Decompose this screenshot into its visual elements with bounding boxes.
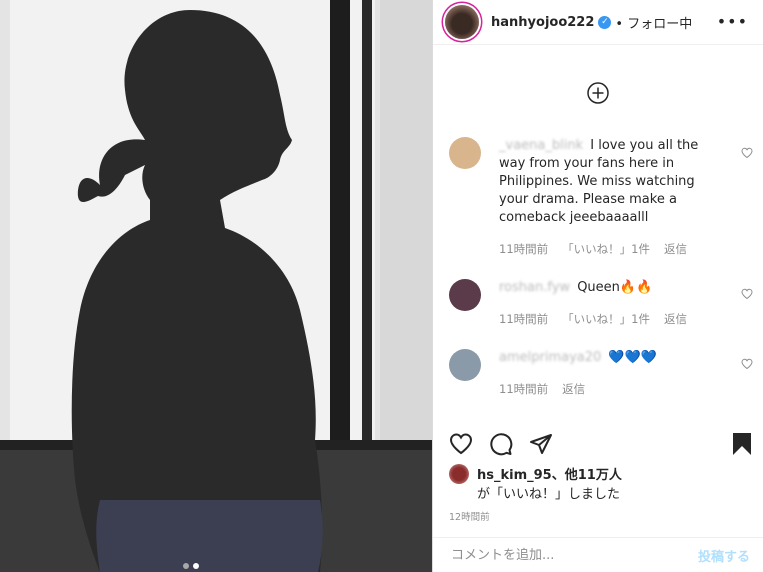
comment-text-block: _vaena_blink I love you all the way from… — [499, 137, 714, 227]
comment-meta: 11時間前 「いいね！」1件 返信 — [499, 241, 687, 257]
carousel-dot[interactable] — [183, 563, 189, 569]
comment-text-block: roshan.fyw Queen🔥🔥 — [499, 279, 714, 297]
comment-time[interactable]: 11時間前 — [499, 311, 548, 327]
post-action-bar — [449, 432, 754, 458]
like-heart-icon[interactable] — [449, 432, 473, 456]
post-details-panel: hanhyojoo222 ✓ • フォロー中 ••• _vaena_blink … — [432, 0, 763, 572]
comment-text-block: amelprimaya20 💙💙💙 — [499, 349, 714, 367]
post-photo-image — [0, 0, 432, 572]
commenter-avatar[interactable] — [449, 137, 481, 169]
comment-body: 💙💙💙 — [608, 350, 657, 365]
post-header: hanhyojoo222 ✓ • フォロー中 ••• — [433, 0, 763, 45]
commenter-username[interactable]: amelprimaya20 — [499, 350, 601, 365]
author-avatar[interactable] — [445, 5, 479, 39]
comment-like-heart-icon[interactable] — [741, 147, 753, 159]
commenter-username[interactable]: roshan.fyw — [499, 280, 570, 295]
add-comment-bar: 投稿する — [433, 537, 763, 572]
author-username[interactable]: hanhyojoo222 — [491, 15, 594, 30]
comment-meta: 11時間前 「いいね！」1件 返信 — [499, 311, 687, 327]
reply-button[interactable]: 返信 — [664, 311, 687, 327]
comment-time[interactable]: 11時間前 — [499, 381, 548, 397]
comment-likes[interactable]: 「いいね！」1件 — [562, 311, 650, 327]
comment-time[interactable]: 11時間前 — [499, 241, 548, 257]
comment-meta: 11時間前 返信 — [499, 381, 585, 397]
saved-bookmark-icon[interactable] — [730, 432, 754, 456]
commenter-username[interactable]: _vaena_blink — [499, 138, 583, 153]
comment-like-heart-icon[interactable] — [741, 358, 753, 370]
liked-by-line1[interactable]: hs_kim_95、他11万人 — [477, 464, 622, 483]
comment-input[interactable] — [449, 546, 673, 564]
comment-body: Queen🔥🔥 — [577, 280, 653, 295]
reply-button[interactable]: 返信 — [664, 241, 687, 257]
commenter-avatar[interactable] — [449, 279, 481, 311]
post-comment-button[interactable]: 投稿する — [698, 546, 750, 565]
more-options-icon[interactable]: ••• — [717, 12, 748, 31]
reply-button[interactable]: 返信 — [562, 381, 585, 397]
liked-by-line2: が「いいね！」しました — [477, 487, 621, 502]
share-paper-plane-icon[interactable] — [529, 432, 553, 456]
post-timestamp[interactable]: 12時間前 — [449, 509, 490, 523]
commenter-avatar[interactable] — [449, 349, 481, 381]
following-status[interactable]: • フォロー中 — [615, 13, 692, 32]
carousel-dots — [183, 563, 199, 569]
post-photo[interactable] — [0, 0, 432, 572]
verified-badge-icon: ✓ — [598, 15, 612, 29]
comment-bubble-icon[interactable] — [489, 432, 513, 456]
comment-likes[interactable]: 「いいね！」1件 — [562, 241, 650, 257]
liker-avatar[interactable] — [449, 464, 469, 484]
load-more-comments-icon[interactable] — [587, 82, 609, 104]
comment-like-heart-icon[interactable] — [741, 288, 753, 300]
carousel-dot-active[interactable] — [193, 563, 199, 569]
